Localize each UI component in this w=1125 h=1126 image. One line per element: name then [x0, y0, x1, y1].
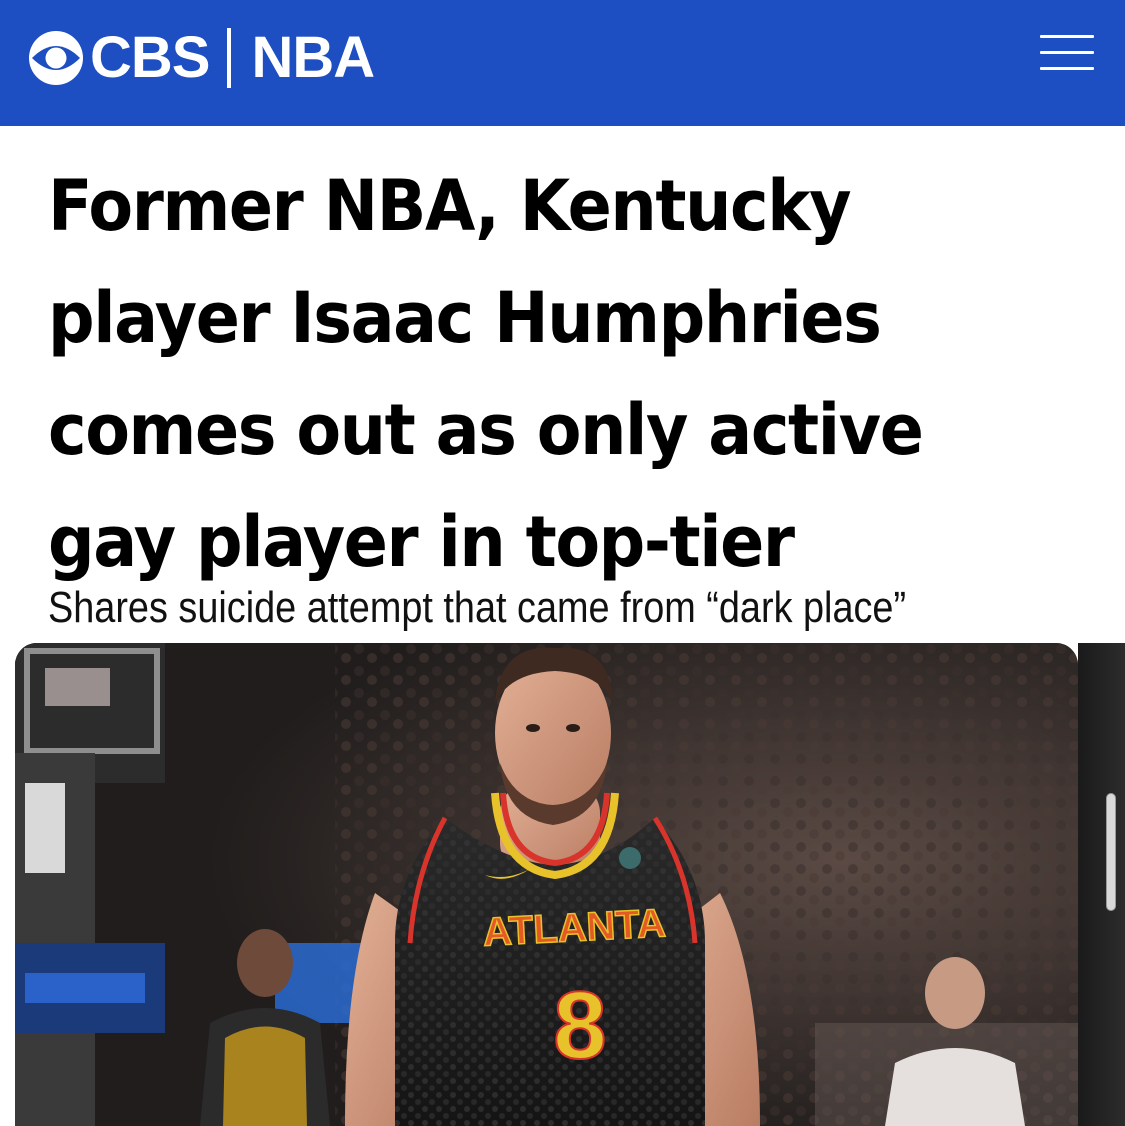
- scrollbar-thumb[interactable]: [1106, 793, 1116, 911]
- cbs-eye-icon: [29, 31, 83, 85]
- article-headline: Former NBA, Kentucky player Isaac Humphr…: [48, 150, 978, 598]
- hero-photo[interactable]: ATLANTA 8: [15, 643, 1078, 1126]
- page-edge: [1078, 643, 1125, 1126]
- site-header: CBS NBA: [0, 0, 1125, 126]
- headline-line: player Isaac Humphries: [48, 277, 882, 359]
- section-name[interactable]: NBA: [251, 29, 375, 87]
- headline-line: comes out as only active: [48, 389, 924, 471]
- brand-divider: [227, 28, 232, 88]
- hamburger-menu-icon[interactable]: [1040, 33, 1096, 73]
- headline-line: Former NBA, Kentucky: [48, 165, 852, 247]
- brand-name: CBS: [90, 25, 210, 90]
- site-logo[interactable]: CBS NBA: [28, 24, 375, 92]
- jersey-number: 8: [553, 972, 606, 1079]
- article-subheadline: Shares suicide attempt that came from “d…: [48, 583, 907, 632]
